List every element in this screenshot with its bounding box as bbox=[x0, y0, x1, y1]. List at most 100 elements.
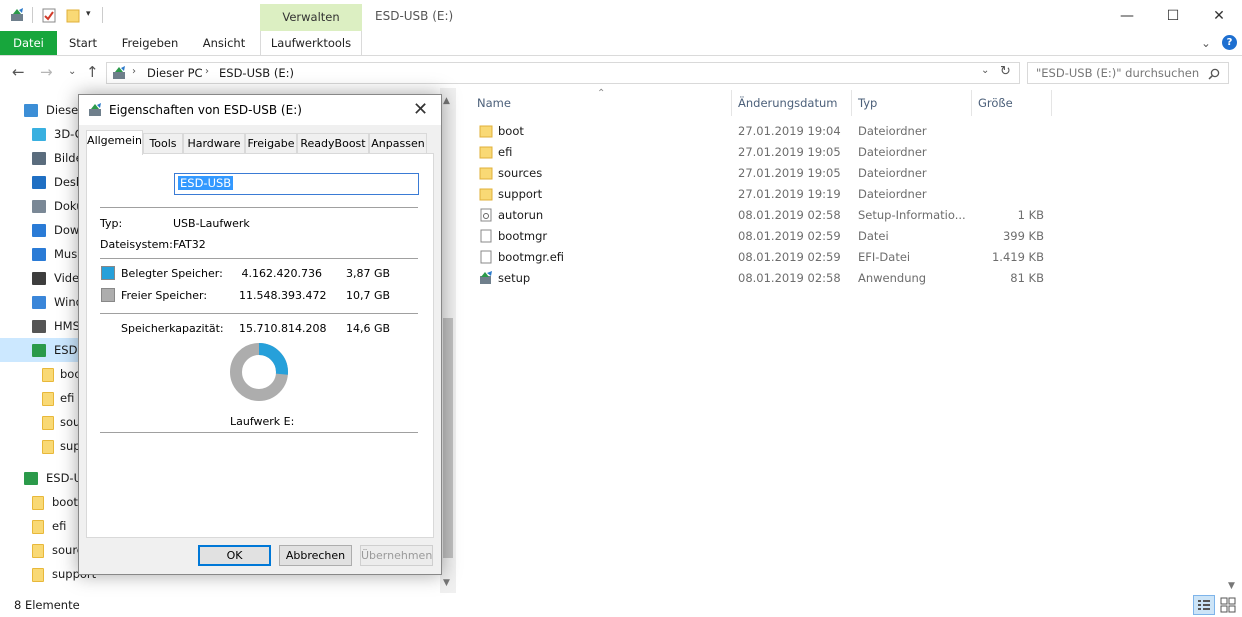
nav-item-label: Musi bbox=[54, 247, 81, 261]
music-icon bbox=[32, 248, 46, 261]
dialog-tab-readyboost[interactable]: ReadyBoost bbox=[297, 133, 369, 154]
capacity-label: Speicherkapazität: bbox=[121, 322, 224, 335]
customize-toolbar-icon[interactable]: ▾ bbox=[86, 9, 91, 19]
ok-button[interactable]: OK bbox=[198, 545, 271, 566]
nav-item[interactable]: boot bbox=[32, 490, 78, 514]
column-date[interactable]: Änderungsdatum bbox=[738, 96, 837, 110]
file-icon bbox=[479, 229, 493, 246]
file-date: 27.01.2019 19:19 bbox=[738, 187, 841, 201]
help-icon[interactable]: ? bbox=[1222, 35, 1237, 50]
cancel-button[interactable]: Abbrechen bbox=[279, 545, 352, 566]
address-bar[interactable]: › Dieser PC › ESD-USB (E:) ⌄ ↻ bbox=[106, 62, 1020, 84]
tab-laufwerktools[interactable]: Laufwerktools bbox=[260, 31, 362, 55]
nav-item[interactable]: boo bbox=[42, 362, 81, 386]
nav-scrollbar-thumb[interactable] bbox=[443, 318, 453, 558]
used-space-label: Belegter Speicher: bbox=[121, 267, 223, 280]
nav-item[interactable]: HMS bbox=[32, 314, 80, 338]
breadcrumb-esd-usb[interactable]: ESD-USB (E:) bbox=[219, 66, 294, 80]
dialog-tab-anpassen[interactable]: Anpassen bbox=[369, 133, 427, 154]
forward-arrow-icon[interactable]: → bbox=[40, 63, 53, 81]
dialog-tab-hardware[interactable]: Hardware bbox=[183, 133, 245, 154]
maximize-button[interactable]: ☐ bbox=[1150, 0, 1196, 31]
filesystem-value: FAT32 bbox=[173, 238, 206, 251]
ribbon-tabs: Datei Start Freigeben Ansicht Laufwerkto… bbox=[0, 31, 1242, 56]
dialog-close-icon[interactable]: ✕ bbox=[413, 99, 428, 120]
address-dropdown-icon[interactable]: ⌄ bbox=[981, 65, 989, 76]
videos-icon bbox=[32, 272, 46, 285]
back-arrow-icon[interactable]: ← bbox=[12, 63, 25, 81]
tab-datei[interactable]: Datei bbox=[0, 31, 57, 55]
folder-icon bbox=[479, 124, 493, 141]
search-icon[interactable] bbox=[1208, 63, 1220, 83]
dialog-tab-freigabe[interactable]: Freigabe bbox=[245, 133, 297, 154]
scroll-up-icon[interactable]: ▲ bbox=[443, 96, 450, 106]
scroll-down-icon[interactable]: ▼ bbox=[443, 578, 450, 588]
free-space-label: Freier Speicher: bbox=[121, 289, 208, 302]
nav-item-label: HMS bbox=[54, 319, 80, 333]
nav-item[interactable]: Musi bbox=[32, 242, 80, 266]
nav-item[interactable]: sourc bbox=[32, 538, 83, 562]
file-row[interactable]: bootmgr 08.01.2019 02:59 Datei 399 KB bbox=[476, 226, 1076, 247]
minimize-button[interactable]: — bbox=[1104, 0, 1150, 31]
nav-item[interactable]: 3D-O bbox=[32, 122, 84, 146]
recent-locations-chevron-icon[interactable]: ⌄ bbox=[68, 66, 76, 77]
column-name[interactable]: Name bbox=[477, 96, 511, 110]
nav-item[interactable]: Wind bbox=[32, 290, 83, 314]
column-size[interactable]: Größe bbox=[978, 96, 1013, 110]
nav-item[interactable]: Bilde bbox=[32, 146, 83, 170]
nav-item[interactable]: Doku bbox=[32, 194, 84, 218]
status-bar: 8 Elemente bbox=[0, 593, 1242, 617]
nav-item[interactable]: efi bbox=[42, 386, 74, 410]
nav-item[interactable]: Desk bbox=[32, 170, 83, 194]
nav-item[interactable]: ESD-U bbox=[24, 466, 82, 490]
properties-icon[interactable] bbox=[42, 7, 56, 23]
nav-item[interactable]: sou bbox=[42, 410, 80, 434]
file-row[interactable]: support 27.01.2019 19:19 Dateiordner bbox=[476, 184, 1076, 205]
file-name: bootmgr bbox=[498, 229, 548, 243]
ribbon-collapse-icon[interactable]: ⌄ bbox=[1196, 31, 1216, 55]
settings-file-icon bbox=[479, 208, 493, 225]
list-scroll-down-icon[interactable]: ▼ bbox=[1228, 581, 1235, 591]
dialog-title-bar: Eigenschaften von ESD-USB (E:) ✕ bbox=[79, 95, 441, 125]
nav-item[interactable]: sup bbox=[42, 434, 81, 458]
nav-item[interactable]: Vide bbox=[32, 266, 79, 290]
up-arrow-icon[interactable]: ↑ bbox=[86, 63, 99, 81]
drive-name-input[interactable]: ESD-USB bbox=[174, 173, 419, 195]
file-name: efi bbox=[498, 145, 513, 159]
file-row[interactable]: boot 27.01.2019 19:04 Dateiordner bbox=[476, 121, 1076, 142]
file-date: 08.01.2019 02:59 bbox=[738, 250, 841, 264]
windows-drive-icon bbox=[32, 296, 46, 309]
file-row[interactable]: setup 08.01.2019 02:58 Anwendung 81 KB bbox=[476, 268, 1076, 289]
nav-item[interactable]: Dieser bbox=[24, 98, 83, 122]
details-view-icon[interactable] bbox=[1193, 595, 1215, 615]
context-tab-verwalten[interactable]: Verwalten bbox=[260, 4, 362, 31]
file-row[interactable]: bootmgr.efi 08.01.2019 02:59 EFI-Datei 1.41… bbox=[476, 247, 1076, 268]
folder-icon bbox=[32, 543, 44, 558]
title-bar: ▾ Verwalten ESD-USB (E:) — ☐ ✕ bbox=[0, 0, 1242, 31]
breadcrumb-separator-icon[interactable]: › bbox=[205, 66, 209, 77]
file-row[interactable]: efi 27.01.2019 19:05 Dateiordner bbox=[476, 142, 1076, 163]
dialog-tab-tools[interactable]: Tools bbox=[143, 133, 183, 154]
file-row[interactable]: sources 27.01.2019 19:05 Dateiordner bbox=[476, 163, 1076, 184]
file-date: 08.01.2019 02:58 bbox=[738, 271, 841, 285]
search-input[interactable]: "ESD-USB (E:)" durchsuchen bbox=[1027, 62, 1229, 84]
folder-icon bbox=[32, 519, 44, 534]
new-folder-icon[interactable] bbox=[66, 7, 80, 23]
breadcrumb-dieser-pc[interactable]: Dieser PC bbox=[147, 66, 203, 80]
apply-button[interactable]: Übernehmen bbox=[360, 545, 433, 566]
file-row[interactable]: autorun 08.01.2019 02:58 Setup-Informatio.… bbox=[476, 205, 1076, 226]
tab-ansicht[interactable]: Ansicht bbox=[192, 31, 256, 55]
refresh-icon[interactable]: ↻ bbox=[1000, 64, 1011, 79]
breadcrumb-separator-icon[interactable]: › bbox=[132, 66, 136, 77]
nav-item[interactable]: efi bbox=[32, 514, 66, 538]
tab-start[interactable]: Start bbox=[57, 31, 109, 55]
column-type[interactable]: Typ bbox=[858, 96, 877, 110]
properties-dialog: Eigenschaften von ESD-USB (E:) ✕ Allgeme… bbox=[78, 94, 442, 575]
close-button[interactable]: ✕ bbox=[1196, 0, 1242, 31]
file-name: boot bbox=[498, 124, 524, 138]
tab-freigeben[interactable]: Freigeben bbox=[112, 31, 188, 55]
large-icons-view-icon[interactable] bbox=[1219, 596, 1237, 617]
nav-item[interactable]: Dow bbox=[32, 218, 79, 242]
folder-icon bbox=[479, 145, 493, 162]
dialog-tab-allgemein[interactable]: Allgemein bbox=[86, 130, 143, 155]
